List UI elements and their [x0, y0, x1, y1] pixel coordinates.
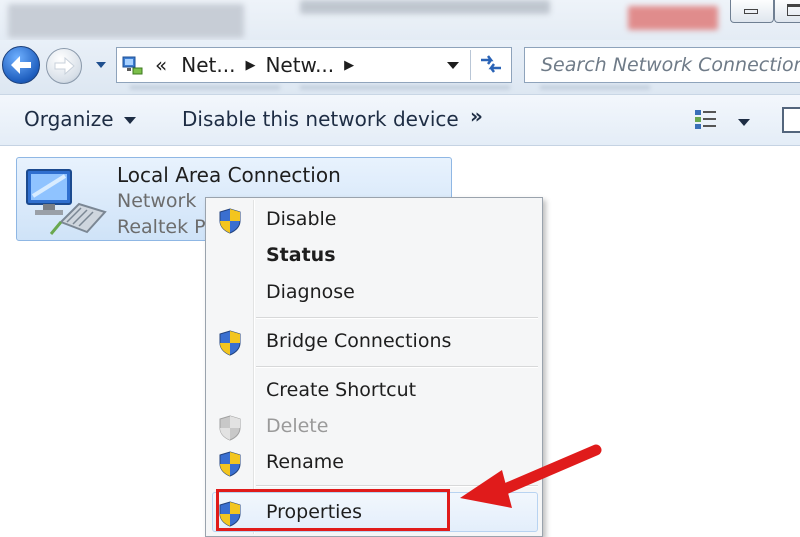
chevron-down-icon [123, 117, 136, 124]
menu-item-label: Bridge Connections [266, 330, 452, 352]
menu-separator [256, 367, 538, 368]
menu-separator [256, 318, 538, 319]
breadcrumb-network-connections[interactable]: Netw... [265, 53, 334, 77]
window-title-bar [0, 0, 800, 44]
disable-device-label: Disable this network device [182, 107, 459, 131]
preview-pane-button[interactable] [782, 107, 800, 133]
change-view-icon[interactable] [694, 109, 718, 131]
menu-item-label: Create Shortcut [266, 379, 417, 401]
connection-status: Network [117, 190, 197, 212]
blurred-title-region [300, 0, 550, 14]
uac-shield-icon [219, 451, 241, 477]
blurred-menu-region [130, 86, 280, 89]
menu-item-delete[interactable]: Delete [208, 410, 540, 444]
menu-item-label: Disable [266, 208, 337, 230]
blurred-menu-region [300, 86, 510, 89]
breadcrumb-arrow-icon[interactable]: ▶ [344, 58, 354, 73]
red-pointer-arrow-icon [460, 444, 602, 508]
navigation-bar: « Net... ▶ Netw... ▶ [0, 40, 800, 95]
menu-item-disable[interactable]: Disable [208, 203, 540, 237]
address-bar[interactable]: « Net... ▶ Netw... ▶ [116, 47, 512, 83]
minimize-button[interactable] [730, 0, 774, 23]
blurred-title-region [628, 6, 718, 30]
address-overflow[interactable]: « [155, 53, 167, 77]
uac-shield-icon [219, 208, 241, 234]
menu-item-status[interactable]: Status [208, 239, 540, 273]
menu-item-create-shortcut[interactable]: Create Shortcut [208, 374, 540, 408]
menu-item-diagnose[interactable]: Diagnose [208, 276, 540, 310]
search-box[interactable] [524, 47, 800, 83]
command-toolbar: Organize Disable this network device » [0, 95, 800, 146]
connection-adapter: Realtek PC [117, 216, 219, 238]
search-input[interactable] [539, 53, 800, 77]
more-commands-button[interactable]: » [470, 104, 483, 128]
uac-shield-icon [219, 415, 241, 441]
maximize-button[interactable] [774, 0, 800, 23]
organize-label: Organize [24, 107, 114, 131]
organize-menu-button[interactable]: Organize [24, 107, 136, 131]
recent-pages-dropdown[interactable] [96, 62, 106, 68]
menu-item-label: Status [266, 244, 336, 266]
forward-arrow-icon [54, 57, 75, 75]
menu-item-bridge-connections[interactable]: Bridge Connections [208, 325, 540, 359]
back-button[interactable] [2, 46, 40, 84]
network-adapter-icon [26, 169, 107, 235]
menu-item-label: Diagnose [266, 281, 355, 303]
blurred-title-region [8, 4, 244, 38]
address-divider [470, 50, 471, 80]
forward-button[interactable] [46, 48, 82, 84]
menu-item-label: Delete [266, 415, 329, 437]
view-options-dropdown-icon[interactable] [738, 119, 750, 126]
uac-shield-icon [219, 330, 241, 356]
connection-name: Local Area Connection [117, 163, 341, 187]
breadcrumb-arrow-icon[interactable]: ▶ [245, 58, 255, 73]
back-arrow-icon [11, 56, 31, 74]
breadcrumb-network-and-internet[interactable]: Net... [181, 53, 235, 77]
minimize-icon [744, 9, 758, 14]
network-folder-icon [122, 56, 143, 75]
menu-item-label: Rename [266, 451, 344, 473]
blurred-menu-region [540, 86, 650, 89]
refresh-icon[interactable] [477, 52, 505, 80]
address-dropdown-icon[interactable] [447, 62, 459, 69]
disable-network-device-button[interactable]: Disable this network device [182, 107, 459, 131]
maximize-icon [787, 4, 800, 16]
red-highlight-box [216, 489, 450, 531]
